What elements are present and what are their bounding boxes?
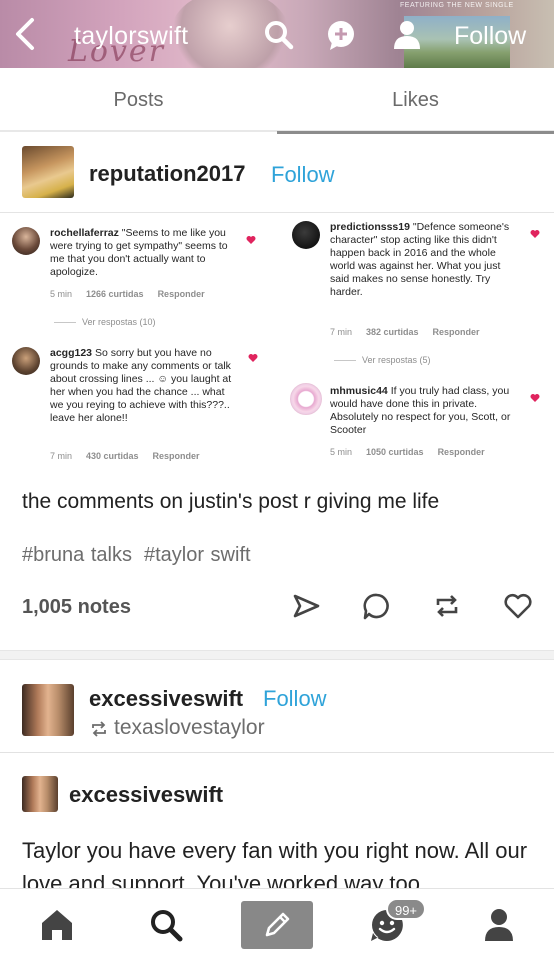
back-arrow-icon[interactable] [8, 14, 44, 54]
comment-username: acgg123 [50, 347, 93, 359]
search-icon[interactable] [146, 905, 186, 945]
pencil-icon [265, 912, 290, 937]
comment-likes: 1050 curtidas [366, 447, 424, 457]
comment-meta: 5 min 1266 curtidas Responder [50, 289, 219, 299]
post-header: excessiveswift Follow [0, 670, 554, 748]
person-add-icon[interactable] [390, 18, 424, 52]
compose-button[interactable] [241, 901, 313, 949]
comment-username: predictionsss19 [330, 221, 410, 233]
blog-tabs: Posts Likes [0, 68, 554, 134]
account-icon[interactable] [479, 905, 519, 945]
comment-likes: 1266 curtidas [86, 289, 144, 299]
post-blog-name[interactable]: reputation2017 [89, 161, 246, 187]
divider [0, 752, 554, 753]
home-icon[interactable] [37, 905, 77, 945]
reblog-icon [92, 721, 106, 737]
comment-likes: 430 curtidas [86, 451, 139, 461]
post-tags: #bruna talks #taylor swift [22, 544, 263, 567]
comment-meta: 7 min 382 curtidas Responder [330, 327, 494, 337]
notes-count[interactable]: 1,005 notes [22, 596, 131, 619]
comment-reply: Responder [437, 447, 485, 457]
blog-title[interactable]: taylorswift [74, 22, 188, 51]
comment-reply: Responder [152, 451, 200, 461]
comment-text: acgg123 So sorry but you have no grounds… [50, 347, 238, 425]
trail-blog-name[interactable]: excessiveswift [69, 782, 223, 808]
comment-heart-icon [530, 230, 540, 238]
post-blog-name[interactable]: excessiveswift [89, 686, 243, 712]
post-header: reputation2017 Follow [0, 134, 554, 212]
view-replies-link: Ver respostas (10) [54, 317, 156, 327]
header-follow-button[interactable]: Follow [454, 22, 526, 51]
reblog-icon[interactable] [431, 590, 463, 622]
post-caption: the comments on justin's post r giving m… [22, 490, 440, 513]
like-heart-icon[interactable] [502, 590, 534, 622]
chat-plus-icon[interactable] [324, 18, 358, 52]
tab-posts[interactable]: Posts [0, 68, 277, 132]
comment-reply: Responder [432, 327, 480, 337]
header-banner-caption: FEATURING THE NEW SINGLE [400, 2, 514, 9]
comment-username: mhmusic44 [330, 385, 388, 397]
comment-username: rochellaferraz [50, 227, 119, 239]
post-follow-button[interactable]: Follow [263, 686, 327, 712]
search-icon[interactable] [262, 18, 296, 52]
comment-text: rochellaferraz "Seems to me like you wer… [50, 227, 228, 279]
post-follow-button[interactable]: Follow [271, 162, 335, 188]
comment-heart-icon [246, 236, 256, 244]
blog-header: Lover FEATURING THE NEW SINGLE taylorswi… [0, 0, 554, 68]
comment-avatar [290, 383, 322, 415]
comment-heart-icon [248, 354, 258, 362]
comment-meta: 5 min 1050 curtidas Responder [330, 447, 499, 457]
post-body-text: Taylor you have every fan with you right… [22, 838, 528, 890]
comment-avatar [12, 347, 40, 375]
reblogged-from-blog[interactable]: texaslovestaylor [114, 716, 265, 740]
tag-link[interactable]: #bruna talks [22, 544, 132, 566]
comments-screenshot-image: rochellaferraz "Seems to me like you wer… [0, 212, 554, 474]
comment-heart-icon [530, 394, 540, 402]
comment-text: predictionsss19 "Defence someone's chara… [330, 221, 516, 299]
view-replies-link: Ver respostas (5) [334, 355, 431, 365]
comment-reply: Responder [157, 289, 205, 299]
comment-avatar [292, 221, 320, 249]
avatar[interactable] [22, 776, 58, 812]
comment-likes: 382 curtidas [366, 327, 419, 337]
reply-icon[interactable] [361, 590, 393, 622]
bottom-navigation: 99+ [0, 888, 554, 960]
post-separator [0, 650, 554, 660]
send-icon[interactable] [290, 590, 322, 622]
avatar[interactable] [22, 684, 74, 736]
comment-avatar [12, 227, 40, 255]
comment-time: 7 min [50, 451, 73, 461]
comment-time: 7 min [330, 327, 353, 337]
comment-time: 5 min [330, 447, 353, 457]
comment-time: 5 min [50, 289, 73, 299]
comment-text: mhmusic44 If you truly had class, you wo… [330, 385, 520, 437]
avatar[interactable] [22, 146, 74, 198]
comment-meta: 7 min 430 curtidas Responder [50, 451, 214, 461]
tag-link[interactable]: #taylor swift [144, 544, 251, 566]
tab-likes[interactable]: Likes [277, 68, 554, 134]
notification-badge: 99+ [386, 898, 426, 920]
